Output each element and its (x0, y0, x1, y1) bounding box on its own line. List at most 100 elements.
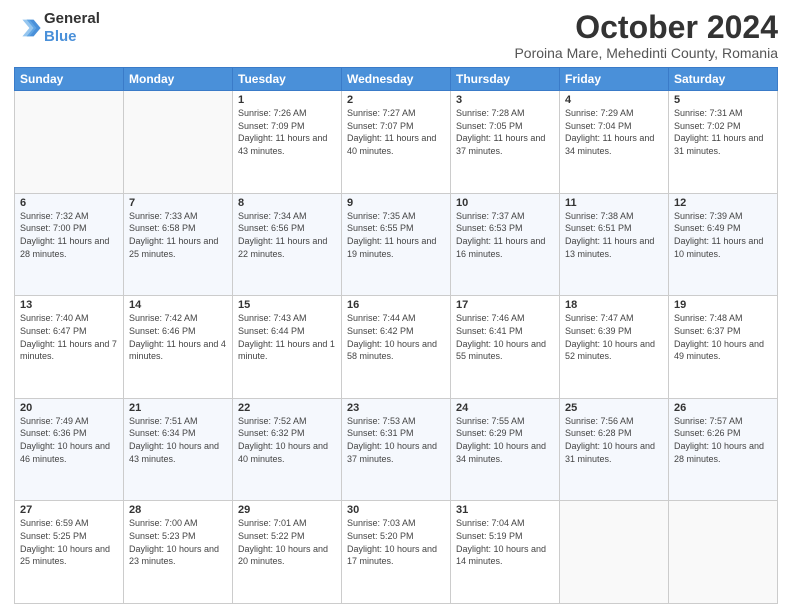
day-info: Sunrise: 7:35 AM Sunset: 6:55 PM Dayligh… (347, 210, 445, 260)
day-number: 1 (238, 94, 336, 106)
calendar-day-header: Wednesday (342, 68, 451, 91)
header: General Blue October 2024 Poroina Mare, … (14, 10, 778, 61)
day-number: 19 (674, 299, 772, 311)
day-info: Sunrise: 7:51 AM Sunset: 6:34 PM Dayligh… (129, 415, 227, 465)
calendar-cell: 9Sunrise: 7:35 AM Sunset: 6:55 PM Daylig… (342, 193, 451, 296)
day-number: 16 (347, 299, 445, 311)
calendar-cell: 24Sunrise: 7:55 AM Sunset: 6:29 PM Dayli… (451, 398, 560, 501)
day-number: 31 (456, 504, 554, 516)
logo-text: General Blue (44, 10, 100, 46)
calendar-cell (15, 91, 124, 194)
day-number: 27 (20, 504, 118, 516)
logo-line2: Blue (44, 28, 77, 45)
day-info: Sunrise: 7:26 AM Sunset: 7:09 PM Dayligh… (238, 107, 336, 157)
day-info: Sunrise: 7:31 AM Sunset: 7:02 PM Dayligh… (674, 107, 772, 157)
calendar-cell: 4Sunrise: 7:29 AM Sunset: 7:04 PM Daylig… (560, 91, 669, 194)
calendar-cell: 19Sunrise: 7:48 AM Sunset: 6:37 PM Dayli… (669, 296, 778, 399)
calendar-cell: 15Sunrise: 7:43 AM Sunset: 6:44 PM Dayli… (233, 296, 342, 399)
calendar-cell: 13Sunrise: 7:40 AM Sunset: 6:47 PM Dayli… (15, 296, 124, 399)
calendar-cell: 17Sunrise: 7:46 AM Sunset: 6:41 PM Dayli… (451, 296, 560, 399)
day-info: Sunrise: 7:49 AM Sunset: 6:36 PM Dayligh… (20, 415, 118, 465)
day-number: 11 (565, 197, 663, 209)
calendar-cell: 18Sunrise: 7:47 AM Sunset: 6:39 PM Dayli… (560, 296, 669, 399)
day-number: 24 (456, 402, 554, 414)
day-info: Sunrise: 7:04 AM Sunset: 5:19 PM Dayligh… (456, 517, 554, 567)
calendar-cell: 14Sunrise: 7:42 AM Sunset: 6:46 PM Dayli… (124, 296, 233, 399)
day-number: 29 (238, 504, 336, 516)
day-number: 21 (129, 402, 227, 414)
day-info: Sunrise: 7:53 AM Sunset: 6:31 PM Dayligh… (347, 415, 445, 465)
day-number: 30 (347, 504, 445, 516)
day-info: Sunrise: 7:43 AM Sunset: 6:44 PM Dayligh… (238, 312, 336, 362)
calendar-cell: 10Sunrise: 7:37 AM Sunset: 6:53 PM Dayli… (451, 193, 560, 296)
day-info: Sunrise: 7:48 AM Sunset: 6:37 PM Dayligh… (674, 312, 772, 362)
calendar-cell: 5Sunrise: 7:31 AM Sunset: 7:02 PM Daylig… (669, 91, 778, 194)
calendar-table: SundayMondayTuesdayWednesdayThursdayFrid… (14, 67, 778, 604)
calendar-cell: 20Sunrise: 7:49 AM Sunset: 6:36 PM Dayli… (15, 398, 124, 501)
logo-line1: General (44, 10, 100, 28)
calendar-day-header: Tuesday (233, 68, 342, 91)
day-number: 5 (674, 94, 772, 106)
day-number: 6 (20, 197, 118, 209)
day-info: Sunrise: 7:27 AM Sunset: 7:07 PM Dayligh… (347, 107, 445, 157)
calendar-cell: 21Sunrise: 7:51 AM Sunset: 6:34 PM Dayli… (124, 398, 233, 501)
day-info: Sunrise: 7:34 AM Sunset: 6:56 PM Dayligh… (238, 210, 336, 260)
day-number: 13 (20, 299, 118, 311)
calendar-cell: 7Sunrise: 7:33 AM Sunset: 6:58 PM Daylig… (124, 193, 233, 296)
day-info: Sunrise: 6:59 AM Sunset: 5:25 PM Dayligh… (20, 517, 118, 567)
page: General Blue October 2024 Poroina Mare, … (0, 0, 792, 612)
day-info: Sunrise: 7:32 AM Sunset: 7:00 PM Dayligh… (20, 210, 118, 260)
calendar-cell: 31Sunrise: 7:04 AM Sunset: 5:19 PM Dayli… (451, 501, 560, 604)
calendar-week-row: 13Sunrise: 7:40 AM Sunset: 6:47 PM Dayli… (15, 296, 778, 399)
calendar-cell: 26Sunrise: 7:57 AM Sunset: 6:26 PM Dayli… (669, 398, 778, 501)
calendar-cell: 29Sunrise: 7:01 AM Sunset: 5:22 PM Dayli… (233, 501, 342, 604)
day-number: 15 (238, 299, 336, 311)
day-info: Sunrise: 7:28 AM Sunset: 7:05 PM Dayligh… (456, 107, 554, 157)
calendar-day-header: Friday (560, 68, 669, 91)
day-info: Sunrise: 7:33 AM Sunset: 6:58 PM Dayligh… (129, 210, 227, 260)
calendar-cell: 28Sunrise: 7:00 AM Sunset: 5:23 PM Dayli… (124, 501, 233, 604)
day-info: Sunrise: 7:00 AM Sunset: 5:23 PM Dayligh… (129, 517, 227, 567)
calendar-week-row: 27Sunrise: 6:59 AM Sunset: 5:25 PM Dayli… (15, 501, 778, 604)
day-info: Sunrise: 7:46 AM Sunset: 6:41 PM Dayligh… (456, 312, 554, 362)
day-info: Sunrise: 7:47 AM Sunset: 6:39 PM Dayligh… (565, 312, 663, 362)
calendar-header-row: SundayMondayTuesdayWednesdayThursdayFrid… (15, 68, 778, 91)
day-number: 14 (129, 299, 227, 311)
day-number: 12 (674, 197, 772, 209)
subtitle: Poroina Mare, Mehedinti County, Romania (514, 45, 778, 61)
calendar-day-header: Saturday (669, 68, 778, 91)
calendar-cell: 8Sunrise: 7:34 AM Sunset: 6:56 PM Daylig… (233, 193, 342, 296)
day-info: Sunrise: 7:42 AM Sunset: 6:46 PM Dayligh… (129, 312, 227, 362)
calendar-week-row: 1Sunrise: 7:26 AM Sunset: 7:09 PM Daylig… (15, 91, 778, 194)
calendar-day-header: Thursday (451, 68, 560, 91)
day-info: Sunrise: 7:39 AM Sunset: 6:49 PM Dayligh… (674, 210, 772, 260)
day-number: 18 (565, 299, 663, 311)
calendar-cell: 23Sunrise: 7:53 AM Sunset: 6:31 PM Dayli… (342, 398, 451, 501)
day-info: Sunrise: 7:01 AM Sunset: 5:22 PM Dayligh… (238, 517, 336, 567)
day-info: Sunrise: 7:44 AM Sunset: 6:42 PM Dayligh… (347, 312, 445, 362)
day-info: Sunrise: 7:40 AM Sunset: 6:47 PM Dayligh… (20, 312, 118, 362)
calendar-cell: 1Sunrise: 7:26 AM Sunset: 7:09 PM Daylig… (233, 91, 342, 194)
day-info: Sunrise: 7:56 AM Sunset: 6:28 PM Dayligh… (565, 415, 663, 465)
calendar-cell: 22Sunrise: 7:52 AM Sunset: 6:32 PM Dayli… (233, 398, 342, 501)
calendar-cell: 6Sunrise: 7:32 AM Sunset: 7:00 PM Daylig… (15, 193, 124, 296)
calendar-week-row: 20Sunrise: 7:49 AM Sunset: 6:36 PM Dayli… (15, 398, 778, 501)
day-info: Sunrise: 7:52 AM Sunset: 6:32 PM Dayligh… (238, 415, 336, 465)
calendar-cell: 11Sunrise: 7:38 AM Sunset: 6:51 PM Dayli… (560, 193, 669, 296)
calendar-cell (560, 501, 669, 604)
calendar-day-header: Monday (124, 68, 233, 91)
calendar-cell: 30Sunrise: 7:03 AM Sunset: 5:20 PM Dayli… (342, 501, 451, 604)
day-number: 4 (565, 94, 663, 106)
calendar-cell: 25Sunrise: 7:56 AM Sunset: 6:28 PM Dayli… (560, 398, 669, 501)
day-number: 23 (347, 402, 445, 414)
day-number: 2 (347, 94, 445, 106)
calendar-cell: 3Sunrise: 7:28 AM Sunset: 7:05 PM Daylig… (451, 91, 560, 194)
day-number: 25 (565, 402, 663, 414)
day-number: 9 (347, 197, 445, 209)
day-number: 8 (238, 197, 336, 209)
day-info: Sunrise: 7:37 AM Sunset: 6:53 PM Dayligh… (456, 210, 554, 260)
calendar-cell: 12Sunrise: 7:39 AM Sunset: 6:49 PM Dayli… (669, 193, 778, 296)
main-title: October 2024 (514, 10, 778, 45)
day-info: Sunrise: 7:57 AM Sunset: 6:26 PM Dayligh… (674, 415, 772, 465)
calendar-cell: 16Sunrise: 7:44 AM Sunset: 6:42 PM Dayli… (342, 296, 451, 399)
